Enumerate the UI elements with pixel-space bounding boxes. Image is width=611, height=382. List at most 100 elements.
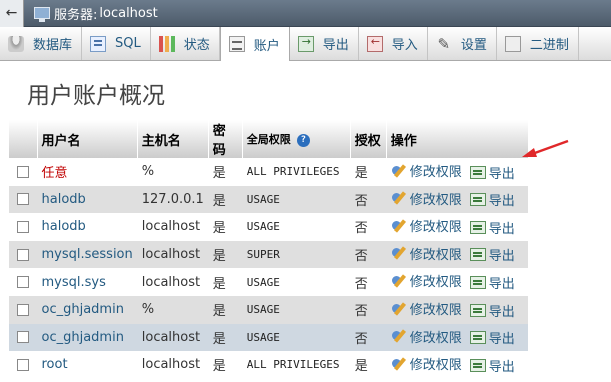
password-cell: 是	[208, 323, 243, 352]
export-link[interactable]: 导出	[469, 356, 515, 375]
edit-privileges-label: 修改权限	[409, 247, 462, 263]
edit-privileges-link[interactable]: 修改权限	[391, 189, 462, 208]
edit-privileges-icon	[391, 190, 407, 206]
export-icon	[297, 35, 314, 52]
export-link[interactable]: 导出	[469, 218, 515, 237]
row-checkbox[interactable]	[16, 303, 29, 316]
tab-label: 二进制	[529, 38, 569, 53]
tab-accounts[interactable]: 账户	[219, 27, 290, 61]
edit-privileges-link[interactable]: 修改权限	[391, 354, 462, 373]
export-icon	[469, 248, 486, 262]
row-checkbox[interactable]	[16, 193, 29, 206]
export-icon	[469, 331, 486, 345]
user-cell: oc_ghjadmin	[37, 323, 138, 352]
user-cell: mysql.sys	[37, 268, 138, 296]
row-checkbox[interactable]	[16, 276, 29, 289]
export-link[interactable]: 导出	[469, 245, 515, 265]
table-row: 任意 % 是 ALL PRIVILEGES 是 修改权限 导出	[9, 158, 529, 186]
tab-label: 导入	[391, 38, 418, 53]
export-link[interactable]: 导出	[469, 163, 515, 182]
export-link[interactable]: 导出	[469, 190, 515, 209]
export-icon	[469, 275, 486, 289]
edit-privileges-label: 修改权限	[409, 330, 462, 346]
export-label: 导出	[488, 166, 515, 182]
password-cell: 是	[208, 158, 243, 186]
edit-privileges-label: 修改权限	[409, 220, 462, 236]
password-cell: 是	[208, 185, 243, 214]
password-cell: 是	[208, 268, 243, 296]
edit-privileges-icon	[391, 163, 407, 179]
header-user[interactable]: 用户名	[37, 120, 138, 158]
export-label: 导出	[488, 221, 515, 237]
password-cell: 是	[208, 240, 243, 269]
export-link[interactable]: 导出	[469, 328, 515, 347]
user-cell: mysql.session	[37, 240, 138, 269]
privileges-cell: USAGE	[242, 185, 351, 214]
arrow-shaft	[531, 139, 569, 156]
edit-privileges-icon	[391, 218, 407, 234]
row-checkbox[interactable]	[16, 331, 29, 344]
host-cell: %	[137, 158, 209, 186]
edit-privileges-link[interactable]: 修改权限	[391, 216, 462, 235]
row-checkbox[interactable]	[16, 248, 29, 261]
grant-cell: 否	[350, 240, 387, 269]
tab-status[interactable]: 状态	[151, 27, 220, 60]
edit-privileges-link[interactable]: 修改权限	[391, 327, 462, 346]
privileges-cell: USAGE	[242, 323, 351, 352]
replication-icon	[504, 35, 521, 52]
tab-import[interactable]: 导入	[359, 27, 428, 60]
tab-databases[interactable]: 数据库	[0, 27, 83, 60]
row-checkbox[interactable]	[16, 220, 29, 233]
tab-export[interactable]: 导出	[290, 27, 359, 60]
export-label: 导出	[488, 249, 515, 265]
row-checkbox[interactable]	[16, 165, 29, 178]
host-cell: localhost	[137, 351, 209, 379]
header-grant[interactable]: 授权	[350, 120, 387, 158]
export-icon	[469, 303, 486, 317]
tab-label: SQL	[115, 36, 141, 51]
row-checkbox[interactable]	[16, 358, 29, 371]
host-cell: localhost	[137, 240, 209, 269]
export-icon	[469, 220, 486, 234]
edit-privileges-label: 修改权限	[409, 358, 462, 374]
privileges-cell: USAGE	[242, 295, 351, 324]
export-icon	[469, 165, 486, 179]
edit-privileges-label: 修改权限	[409, 192, 462, 208]
password-cell: 是	[208, 213, 243, 241]
privileges-cell: USAGE	[242, 268, 351, 296]
table-row: halodb 127.0.0.1 是 USAGE 否 修改权限 导出	[9, 185, 529, 214]
edit-privileges-link[interactable]: 修改权限	[391, 244, 462, 263]
tab-settings[interactable]: ✎ 设置	[428, 27, 497, 60]
edit-privileges-label: 修改权限	[409, 165, 462, 181]
edit-privileges-link[interactable]: 修改权限	[391, 271, 462, 290]
privileges-cell: ALL PRIVILEGES	[242, 158, 351, 186]
tab-sql[interactable]: SQL	[82, 27, 151, 60]
header-host[interactable]: 主机名	[137, 120, 209, 158]
server-label: 服务器:	[54, 7, 98, 23]
export-label: 导出	[488, 276, 515, 292]
server-breadcrumb-bar: ← 服务器: localhost	[0, 0, 611, 27]
header-password[interactable]: 密码	[208, 120, 243, 158]
back-button[interactable]: ←	[0, 0, 24, 27]
red-arrow-annotation	[522, 139, 569, 157]
edit-privileges-icon	[391, 328, 407, 344]
tab-replication[interactable]: 二进制	[497, 27, 579, 60]
export-icon	[469, 193, 486, 207]
table-row: halodb localhost 是 USAGE 否 修改权限 导出	[9, 213, 529, 241]
status-icon	[158, 35, 175, 52]
server-name-link[interactable]: localhost	[99, 6, 157, 21]
help-icon[interactable]: ?	[296, 133, 310, 147]
tab-label: 导出	[322, 38, 349, 53]
settings-icon: ✎	[437, 34, 451, 53]
export-link[interactable]: 导出	[469, 301, 515, 320]
main-tab-bar: 数据库 SQL 状态 账户 导出 导入 ✎ 设置 二进制	[0, 27, 611, 61]
header-global-privileges-label: 全局权限	[246, 133, 291, 146]
edit-privileges-label: 修改权限	[409, 303, 462, 319]
host-cell: localhost	[137, 213, 209, 241]
user-cell: root	[37, 351, 138, 379]
privileges-cell: ALL PRIVILEGES	[242, 351, 351, 379]
export-link[interactable]: 导出	[469, 273, 515, 292]
edit-privileges-link[interactable]: 修改权限	[391, 161, 462, 180]
edit-privileges-link[interactable]: 修改权限	[391, 299, 462, 318]
grant-cell: 否	[350, 323, 387, 352]
